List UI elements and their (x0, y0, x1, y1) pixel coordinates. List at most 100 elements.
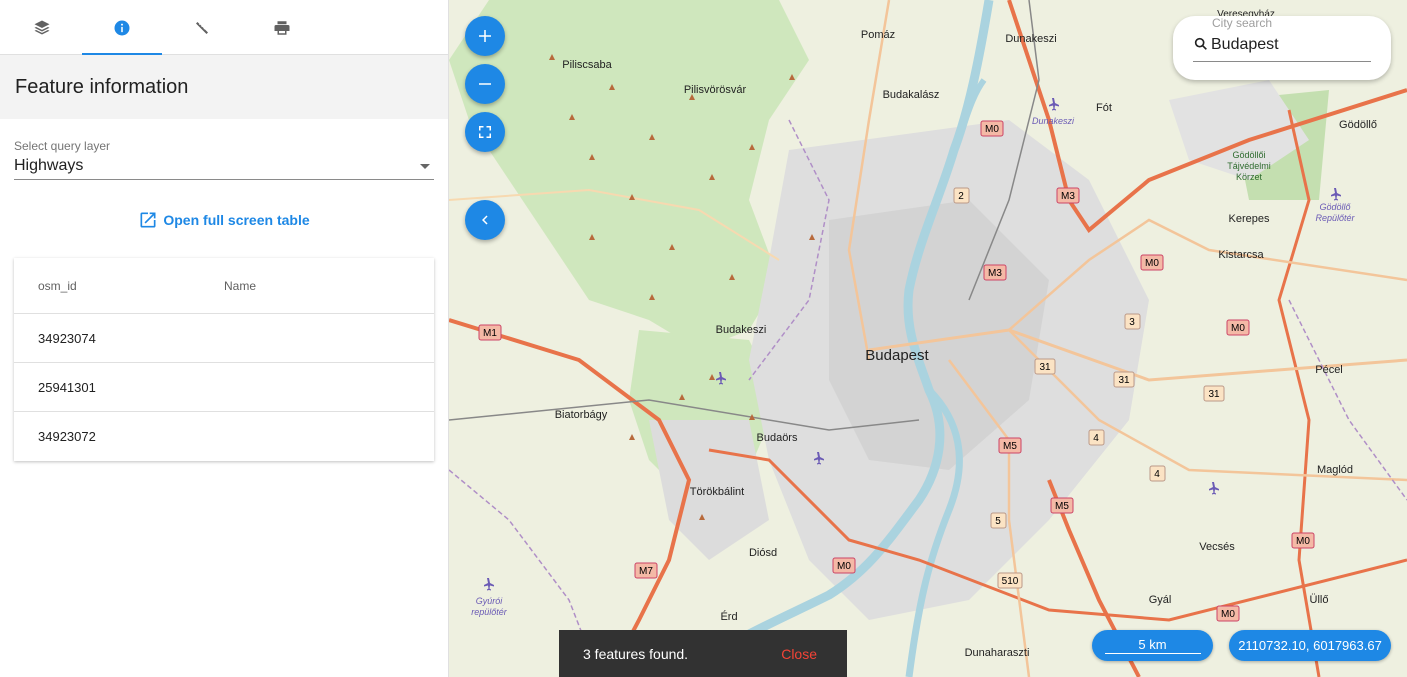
search-underline (1193, 61, 1371, 62)
query-layer-select[interactable]: Select query layer Highways (14, 139, 434, 180)
table-header-row: osm_id Name (14, 258, 434, 314)
open-full-screen-table-button[interactable]: Open full screen table (0, 210, 448, 230)
label-kerepes: Kerepes (1229, 213, 1270, 225)
chevron-left-icon (482, 215, 488, 225)
label-ullo: Üllő (1310, 594, 1329, 606)
tab-measure[interactable] (162, 0, 242, 55)
open-table-label: Open full screen table (163, 212, 310, 228)
cell-osm-id: 34923074 (38, 330, 96, 346)
label-dunakeszi: Dunakeszi (1005, 33, 1056, 45)
label-kistarcsa: Kistarcsa (1218, 249, 1264, 261)
shield-m5-label: M5 (1003, 441, 1017, 452)
query-layer-value: Highways (14, 157, 84, 174)
plus-icon (479, 30, 491, 42)
shield-m0: M0 (980, 120, 1004, 137)
label-budapest: Budapest (865, 347, 929, 364)
shield-2: 2 (953, 187, 970, 204)
label-godollo-park-1: Gödöllői (1232, 150, 1265, 160)
label-godollo-park-2: Tájvédelmi (1227, 161, 1271, 171)
shield-4-label: 4 (1093, 433, 1099, 444)
snackbar-message: 3 features found. (583, 645, 689, 662)
shield-m7: M7 (634, 562, 658, 579)
label-gyori-1: Gyúrói (476, 596, 504, 606)
city-search-input[interactable] (1211, 36, 1361, 54)
shield-4-b: 4 (1149, 465, 1166, 482)
shield-31-c: 31 (1203, 385, 1225, 402)
shield-5: 5 (990, 512, 1007, 529)
shield-31-b: 31 (1113, 371, 1135, 388)
tab-print[interactable] (242, 0, 322, 55)
shield-m0-east-b: M0 (1226, 319, 1250, 336)
shield-m1: M1 (478, 324, 502, 341)
label-maglod: Maglód (1317, 464, 1353, 476)
coordinates-display: 2110732.10, 6017963.67 (1229, 630, 1391, 661)
ruler-icon (196, 21, 208, 34)
shield-m7-label: M7 (639, 566, 653, 577)
city-search-label: City search (1212, 16, 1273, 30)
table-row[interactable]: 34923072 (14, 412, 434, 461)
caret-down-icon (420, 164, 430, 169)
shield-m0-s: M0 (1216, 605, 1240, 622)
feature-table: osm_id Name 34923074 25941301 34923072 (14, 258, 434, 461)
label-vecses: Vecsés (1199, 541, 1235, 553)
scale-label: 5 km (1104, 637, 1201, 654)
label-godollo: Gödöllő (1339, 119, 1377, 131)
shield-31-label: 31 (1118, 375, 1130, 386)
shield-m0-se: M0 (1291, 532, 1315, 549)
table-row[interactable]: 25941301 (14, 363, 434, 412)
label-piliscsaba: Piliscsaba (562, 59, 612, 71)
shield-31-label: 31 (1039, 362, 1051, 373)
shield-31-label: 31 (1208, 389, 1220, 400)
shield-510-label: 510 (1002, 576, 1019, 587)
label-godollo-park-3: Körzet (1236, 172, 1263, 182)
scale-bar: 5 km (1092, 630, 1213, 661)
shield-m0-label: M0 (1221, 609, 1235, 620)
app-root: Feature information Select query layer H… (0, 0, 1407, 677)
city-search: City search (1173, 16, 1391, 80)
collapse-sidebar-button[interactable] (465, 200, 505, 240)
snackbar-close-button[interactable]: Close (781, 646, 817, 662)
map-canvas[interactable]: M1 M0 M3 M3 M5 M5 M7 M0 M0 M0 M0 M0 2 3 … (449, 0, 1407, 677)
shield-m1-label: M1 (483, 328, 497, 339)
label-diosd: Diósd (749, 547, 777, 559)
map-view[interactable]: M1 M0 M3 M3 M5 M5 M7 M0 M0 M0 M0 M0 2 3 … (449, 0, 1407, 677)
label-gyal: Gyál (1149, 594, 1172, 606)
layers-icon (34, 20, 50, 35)
label-budaors: Budaörs (757, 432, 798, 444)
shield-m3-label: M3 (988, 268, 1002, 279)
shield-m0-label: M0 (837, 561, 851, 572)
minus-icon (479, 83, 491, 85)
label-dunakeszi-airfield: Dunakeszi (1032, 116, 1075, 126)
shield-3-label: 3 (1129, 317, 1135, 328)
shield-m3-b: M3 (983, 264, 1007, 281)
label-budakeszi: Budakeszi (716, 324, 767, 336)
shield-31: 31 (1034, 358, 1056, 375)
label-pecel: Pécel (1315, 364, 1343, 376)
label-pilisvorosvar: Pilisvörösvár (684, 84, 747, 96)
label-pomaz: Pomáz (861, 29, 895, 41)
fullscreen-button[interactable] (465, 112, 505, 152)
shield-m5-label: M5 (1055, 501, 1069, 512)
tab-info[interactable] (82, 0, 162, 55)
label-torokbalint: Törökbálint (690, 486, 744, 498)
tab-layers[interactable] (2, 0, 82, 55)
column-header-osm-id[interactable]: osm_id (14, 279, 224, 293)
open-in-new-icon (140, 212, 156, 228)
shield-m0-south: M0 (832, 557, 856, 574)
label-godollo-airfield-1: Gödöllő (1319, 202, 1351, 212)
shield-m0-label: M0 (1145, 258, 1159, 269)
zoom-out-button[interactable] (465, 64, 505, 104)
column-header-name[interactable]: Name (224, 279, 434, 293)
zoom-in-button[interactable] (465, 16, 505, 56)
snackbar: 3 features found. Close (559, 630, 847, 677)
shield-5-label: 5 (995, 516, 1001, 527)
shield-m5-b: M5 (1050, 497, 1074, 514)
shield-m0-label: M0 (1296, 536, 1310, 547)
label-budakalasz: Budakalász (883, 89, 940, 101)
shield-m5: M5 (998, 437, 1022, 454)
table-row[interactable]: 34923074 (14, 314, 434, 363)
print-icon (274, 20, 290, 35)
shield-m3-label: M3 (1061, 191, 1075, 202)
fullscreen-icon (479, 126, 491, 138)
page-title: Feature information (15, 75, 189, 98)
